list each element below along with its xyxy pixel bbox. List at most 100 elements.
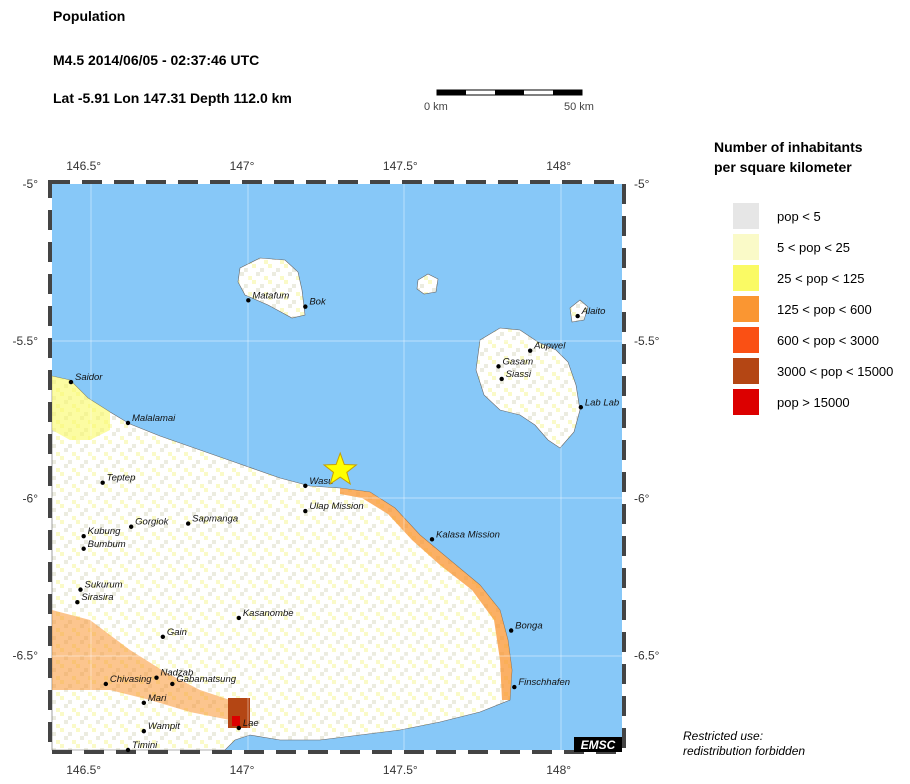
place-marker: Finschhafen bbox=[512, 677, 570, 690]
lon-bottom-tick-label: 148° bbox=[546, 763, 571, 777]
place-dot bbox=[508, 628, 514, 633]
place-label: Gorgiok bbox=[135, 517, 170, 528]
place-dot bbox=[236, 725, 242, 731]
place-dot bbox=[185, 521, 191, 526]
place-dot bbox=[125, 747, 131, 753]
place-label: Sirasira bbox=[81, 592, 113, 603]
legend-item: 5 < pop < 25 bbox=[733, 234, 850, 260]
place-dot bbox=[78, 587, 83, 592]
place-dot bbox=[496, 364, 501, 369]
legend-swatch bbox=[733, 234, 759, 260]
legend-label: 125 < pop < 600 bbox=[777, 301, 872, 317]
place-label: Matafum bbox=[252, 290, 289, 301]
place-dot bbox=[236, 615, 242, 621]
place-dot bbox=[429, 537, 435, 542]
place-label: Kalasa Mission bbox=[436, 529, 500, 540]
legend-swatch bbox=[733, 265, 759, 291]
legend-item: 125 < pop < 600 bbox=[733, 296, 872, 322]
place-dot bbox=[128, 524, 134, 529]
place-label: Chivasing bbox=[110, 674, 152, 685]
place-label: Bonga bbox=[515, 621, 542, 632]
lon-top-tick-label: 146.5° bbox=[66, 159, 101, 173]
scale-bar bbox=[436, 89, 583, 96]
place-marker: Gorgiok bbox=[128, 517, 170, 529]
usage-notice-line1: Restricted use: bbox=[683, 729, 764, 743]
place-dot bbox=[160, 634, 166, 639]
place-marker: Matafum bbox=[246, 290, 289, 303]
usage-notice: Restricted use: redistribution forbidden bbox=[683, 729, 805, 759]
place-label: Lab Lab bbox=[585, 397, 619, 408]
place-label: Saidor bbox=[75, 372, 103, 383]
legend-title-line2: per square kilometer bbox=[714, 159, 852, 175]
place-dot bbox=[303, 304, 308, 309]
lon-top-tick-label: 147.5° bbox=[383, 159, 418, 173]
place-dot bbox=[81, 546, 86, 551]
lat-right-tick-label: -6° bbox=[634, 491, 650, 505]
usage-notice-line2: redistribution forbidden bbox=[683, 744, 806, 758]
place-marker: Kubung bbox=[81, 526, 121, 539]
place-dot bbox=[512, 684, 517, 690]
place-label: Gabamatsung bbox=[176, 674, 236, 685]
place-marker: Malalamai bbox=[125, 413, 176, 426]
place-dot bbox=[170, 681, 175, 687]
credit-text: EMSC bbox=[581, 738, 616, 752]
place-marker: Gabamatsung bbox=[170, 674, 237, 687]
place-label: Aupwel bbox=[533, 341, 566, 352]
place-label: Ulap Mission bbox=[309, 501, 363, 512]
place-marker: Bumbum bbox=[81, 539, 126, 551]
place-dot bbox=[527, 348, 533, 353]
lon-top-tick-label: 148° bbox=[546, 159, 571, 173]
place-label: Gasam bbox=[503, 356, 534, 367]
place-marker: Kalasa Mission bbox=[429, 529, 500, 542]
legend-swatch bbox=[733, 327, 759, 353]
place-label: Malalamai bbox=[132, 413, 176, 424]
place-marker: Sirasira bbox=[75, 592, 114, 605]
lat-left-tick-label: -6.5° bbox=[13, 649, 39, 663]
place-marker: Teptep bbox=[100, 473, 135, 485]
legend-swatch bbox=[733, 296, 759, 322]
legend-swatch bbox=[733, 203, 759, 229]
legend-swatch bbox=[733, 389, 759, 415]
place-dot bbox=[578, 405, 584, 410]
place-marker: Ulap Mission bbox=[303, 501, 364, 514]
legend-label: pop < 5 bbox=[777, 208, 821, 224]
place-dot bbox=[75, 600, 80, 605]
lat-left-tick-label: -5.5° bbox=[13, 334, 39, 348]
legend-item: pop > 15000 bbox=[733, 389, 850, 415]
lon-bottom-tick-label: 146.5° bbox=[66, 763, 101, 777]
place-dot bbox=[246, 298, 251, 303]
place-dot bbox=[100, 480, 105, 485]
lat-right-tick-label: -5.5° bbox=[634, 334, 660, 348]
place-dot bbox=[575, 313, 580, 319]
lat-right-tick-label: -6.5° bbox=[634, 649, 660, 663]
lon-bottom-tick-label: 147.5° bbox=[383, 763, 418, 777]
place-label: Alaito bbox=[581, 306, 606, 317]
lon-top-tick-label: 147° bbox=[230, 159, 255, 173]
place-label: Lae bbox=[243, 718, 259, 729]
place-marker: Sapmanga bbox=[185, 514, 238, 526]
legend-label: pop > 15000 bbox=[777, 394, 850, 410]
legend-item: 25 < pop < 125 bbox=[733, 265, 864, 291]
place-dot bbox=[103, 681, 109, 687]
place-marker: Chivasing bbox=[103, 674, 152, 687]
place-label: Wampit bbox=[148, 721, 180, 732]
place-dot bbox=[125, 420, 131, 426]
legend-item: 600 < pop < 3000 bbox=[733, 327, 879, 353]
place-label: Mari bbox=[148, 693, 167, 704]
place-dot bbox=[303, 483, 308, 489]
place-dot bbox=[141, 700, 147, 706]
place-dot bbox=[303, 508, 308, 514]
lat-left-tick-label: -5° bbox=[23, 177, 39, 191]
lon-bottom-tick-label: 147° bbox=[230, 763, 255, 777]
legend-item: pop < 5 bbox=[733, 203, 821, 229]
lae-core bbox=[232, 716, 240, 726]
place-dot bbox=[68, 379, 74, 385]
place-marker: Wampit bbox=[141, 721, 180, 734]
place-label: Finschhafen bbox=[518, 677, 570, 688]
legend-label: 3000 < pop < 15000 bbox=[777, 363, 894, 379]
place-label: Kasanombe bbox=[243, 608, 294, 619]
place-label: Gain bbox=[167, 627, 187, 638]
lat-left-tick-label: -6° bbox=[23, 491, 39, 505]
place-label: Bumbum bbox=[88, 539, 126, 550]
place-label: Kubung bbox=[88, 526, 121, 537]
